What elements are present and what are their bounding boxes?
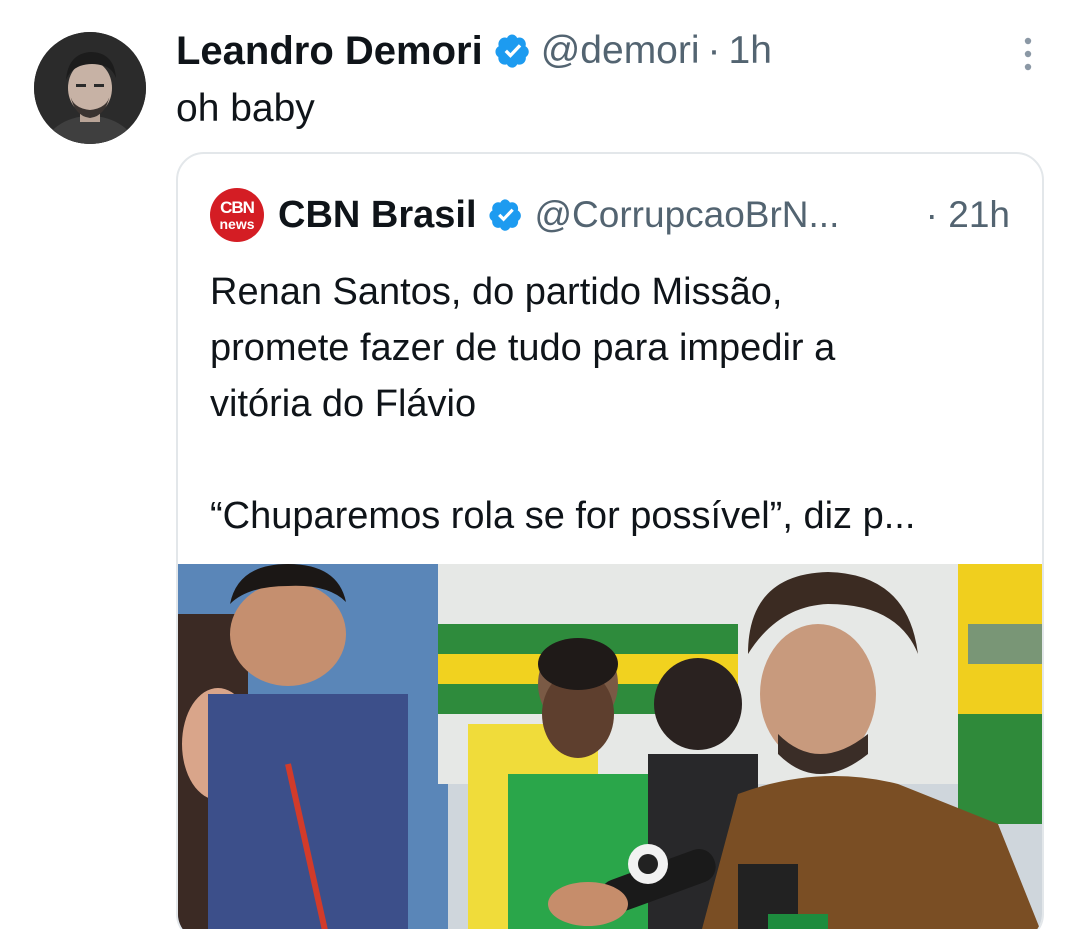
quoted-text-line: Renan Santos, do partido Missão, <box>210 271 783 313</box>
author-handle[interactable]: @demori <box>541 29 700 73</box>
tweet-timestamp[interactable]: 1h <box>729 29 772 73</box>
quoted-time-value: 21h <box>948 194 1010 235</box>
logo-text-top: CBN <box>220 198 255 217</box>
verified-badge-icon <box>495 34 529 68</box>
author-avatar[interactable] <box>34 32 146 144</box>
avatar-photo <box>34 32 146 144</box>
quoted-tweet-photo[interactable] <box>178 564 1042 929</box>
quoted-tweet-header: CBN news CBN Brasil @CorrupcaoBrN... · 2… <box>210 188 1010 242</box>
quoted-tweet-text: Renan Santos, do partido Missão, promete… <box>210 264 1020 544</box>
tweet-text: oh baby <box>176 87 315 130</box>
quoted-tweet-timestamp[interactable]: · 21h <box>926 194 1010 236</box>
more-vertical-icon[interactable] <box>1020 36 1036 72</box>
quoted-text-quote-line: “Chuparemos rola se for possível”, diz p… <box>210 495 916 537</box>
press-interview-photo <box>178 564 1042 929</box>
tweet-header: Leandro Demori @demori · 1h <box>176 26 772 76</box>
author-name[interactable]: Leandro Demori <box>176 29 483 74</box>
quoted-author-handle[interactable]: @CorrupcaoBrN... <box>535 194 840 236</box>
separator-dot: · <box>925 194 938 235</box>
tweet[interactable]: Leandro Demori @demori · 1h oh baby CBN … <box>0 0 1080 929</box>
quoted-text-line: promete fazer de tudo para impedir a <box>210 327 836 369</box>
quoted-tweet-card[interactable]: CBN news CBN Brasil @CorrupcaoBrN... · 2… <box>176 152 1044 929</box>
logo-text-bottom: news <box>219 216 255 232</box>
cbn-news-logo[interactable]: CBN news <box>210 188 264 242</box>
separator-dot: · <box>707 29 721 72</box>
quoted-author-name[interactable]: CBN Brasil <box>278 194 477 237</box>
quoted-text-line: vitória do Flávio <box>210 383 477 425</box>
verified-badge-icon <box>488 199 521 231</box>
